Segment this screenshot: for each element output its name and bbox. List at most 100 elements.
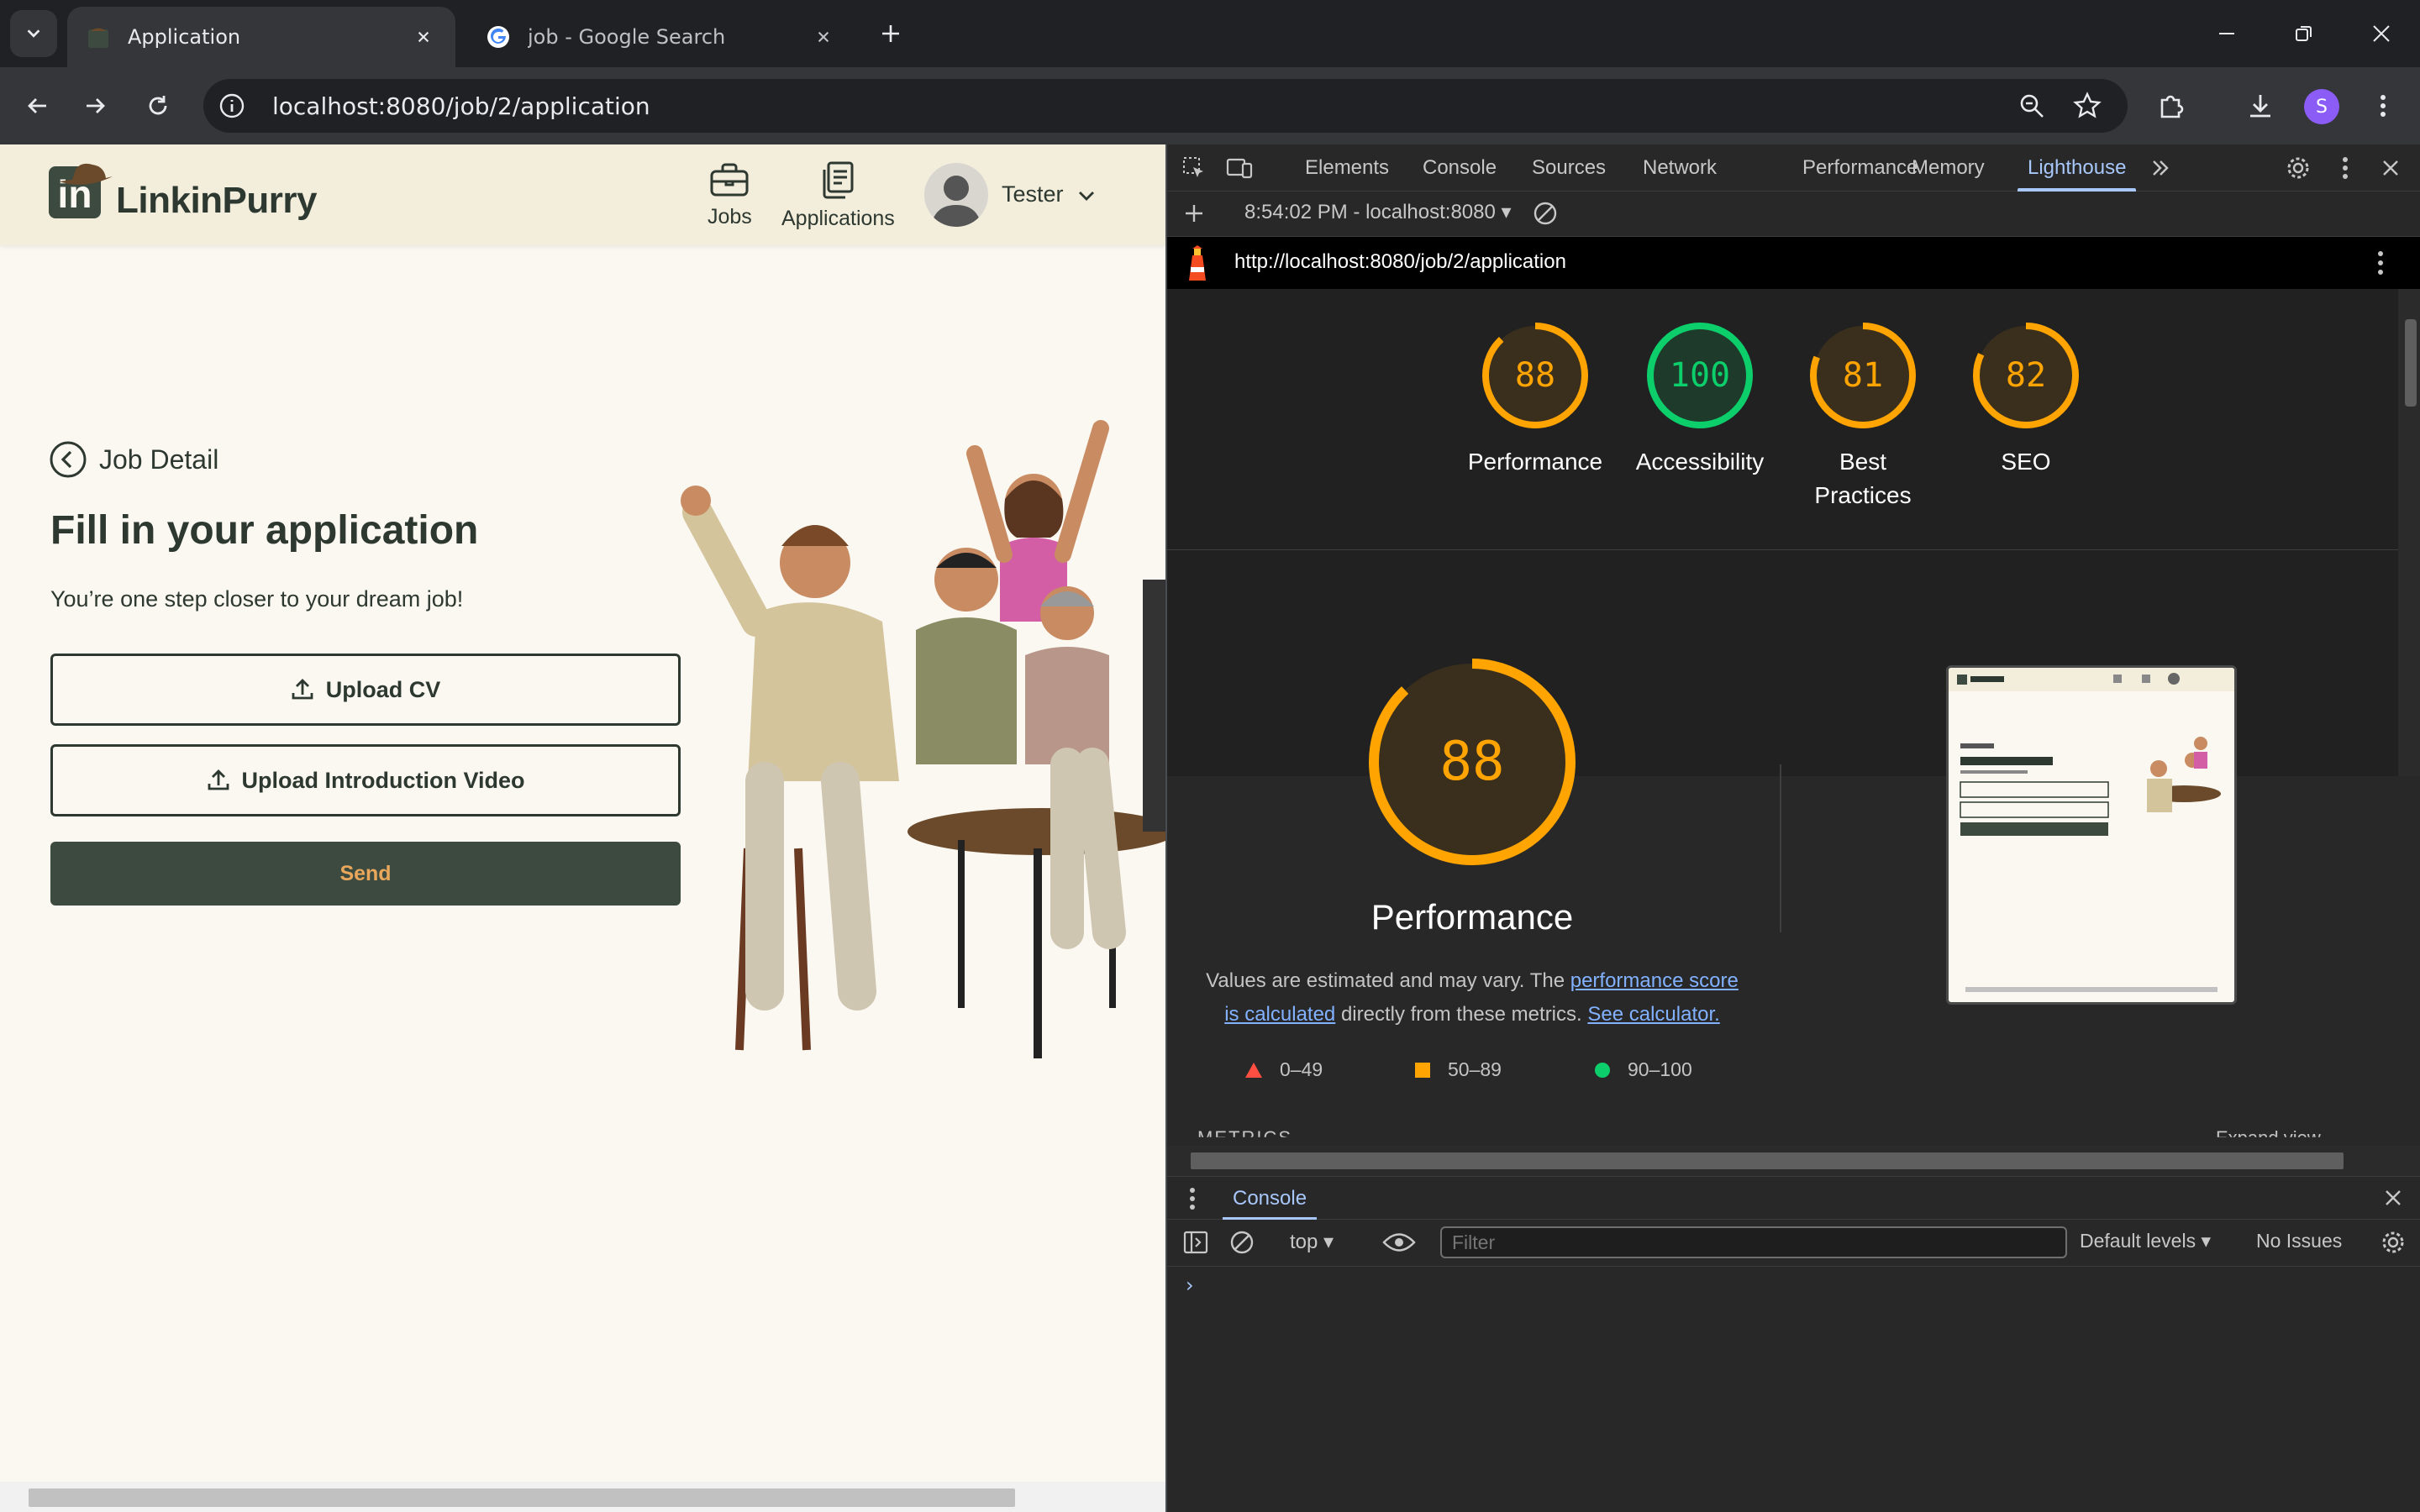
inspect-element-icon[interactable] <box>1179 153 1209 183</box>
issues-counter[interactable]: No Issues <box>2256 1230 2342 1252</box>
address-bar[interactable]: localhost:8080/job/2/application <box>203 79 2128 133</box>
clear-reports-icon[interactable] <box>1530 198 1560 228</box>
back-button[interactable] <box>15 84 59 128</box>
reload-icon <box>149 96 167 115</box>
page-subtitle: You’re one step closer to your dream job… <box>50 586 464 612</box>
tab-search-button[interactable] <box>10 10 57 57</box>
gauge-accessibility[interactable]: 100 Accessibility <box>1616 321 1784 479</box>
close-drawer-icon[interactable] <box>2384 1189 2402 1207</box>
red-triangle-icon <box>1245 1062 1262 1078</box>
upload-video-button[interactable]: Upload Introduction Video <box>50 744 681 816</box>
profile-avatar[interactable]: S <box>2304 89 2339 124</box>
upload-icon <box>208 769 229 790</box>
extensions-icon[interactable] <box>2151 86 2191 126</box>
nav-jobs[interactable]: Jobs <box>708 161 752 229</box>
console-filter-input[interactable] <box>1440 1226 2067 1258</box>
sidebar-toggle-icon[interactable] <box>1182 1230 1209 1255</box>
plus-icon <box>882 25 899 42</box>
scrollbar-thumb[interactable] <box>1191 1152 2344 1169</box>
upload-video-label: Upload Introduction Video <box>241 767 525 793</box>
minimize-icon <box>2219 33 2234 34</box>
scrollbar-thumb[interactable] <box>2405 319 2417 407</box>
nav-applications[interactable]: Applications <box>781 161 895 231</box>
new-report-plus-icon[interactable] <box>1179 198 1209 228</box>
console-prompt-icon[interactable]: › <box>1186 1273 1194 1297</box>
browser-toolbar: localhost:8080/job/2/application <box>0 67 2420 144</box>
devtools-tabbar: Elements Console Sources Network Perform… <box>1167 144 2420 192</box>
orange-square-icon <box>1415 1062 1430 1078</box>
report-url[interactable]: http://localhost:8080/job/2/application <box>1234 250 1566 274</box>
zoom-icon[interactable] <box>2012 86 2052 126</box>
report-selector[interactable]: 8:54:02 PM - localhost:8080 ▾ <box>1244 200 1512 224</box>
devtools-tab-elements[interactable]: Elements <box>1305 144 1389 192</box>
report-selector-value: 8:54:02 PM - localhost:8080 <box>1244 201 1496 223</box>
gauge-performance[interactable]: 88 Performance <box>1451 321 1619 479</box>
gauge-seo[interactable]: 82 SEO <box>1942 321 2110 479</box>
devtools-menu-icon[interactable] <box>2330 153 2360 183</box>
reload-button[interactable] <box>136 84 180 128</box>
upload-cv-label: Upload CV <box>325 676 441 702</box>
drawer-tabbar: Console <box>1167 1176 2420 1221</box>
back-to-job-detail-link[interactable]: Job Detail <box>49 440 218 479</box>
context-selector[interactable]: top ▾ <box>1290 1230 1334 1254</box>
clear-console-icon[interactable] <box>1229 1230 1255 1255</box>
close-devtools-icon[interactable] <box>2375 153 2406 183</box>
final-screenshot-thumbnail[interactable] <box>1946 665 2237 1005</box>
browser-tab-application[interactable]: Application <box>67 7 455 67</box>
brand-name[interactable]: LinkinPurry <box>116 180 318 222</box>
site-info-icon[interactable] <box>215 89 249 123</box>
user-avatar[interactable] <box>924 163 988 227</box>
performance-score: 88 <box>1439 731 1505 793</box>
devtools-tab-lighthouse[interactable]: Lighthouse <box>2017 144 2137 192</box>
devtools-tab-sources[interactable]: Sources <box>1532 144 1606 192</box>
user-name[interactable]: Tester <box>1002 181 1064 207</box>
score-value: 100 <box>1669 356 1731 395</box>
eye-icon[interactable] <box>1382 1231 1416 1253</box>
console-output[interactable]: › <box>1167 1267 2420 1512</box>
legend-pass: 90–100 <box>1594 1058 1692 1081</box>
close-icon <box>2373 25 2390 42</box>
browser-tab-google-search[interactable]: job - Google Search <box>467 7 855 67</box>
drawer-menu-icon[interactable] <box>1189 1187 1196 1210</box>
settings-gear-icon[interactable] <box>2283 153 2313 183</box>
legend-pass-label: 90–100 <box>1628 1058 1692 1080</box>
dropdown-caret-icon: ▾ <box>1501 201 1512 223</box>
performance-detail-gauge: 88 <box>1367 657 1577 867</box>
desc-text: directly from these metrics. <box>1335 1003 1588 1026</box>
drawer-tab-console[interactable]: Console <box>1222 1177 1318 1221</box>
downloads-icon[interactable] <box>2240 86 2281 126</box>
devtools-tab-performance[interactable]: Performance <box>1802 144 1918 192</box>
devtools-tab-console[interactable]: Console <box>1423 144 1497 192</box>
report-horizontal-scrollbar[interactable] <box>1167 1146 2420 1176</box>
minimize-button[interactable] <box>2188 12 2265 55</box>
chrome-menu-icon[interactable] <box>2363 86 2403 126</box>
chevron-down-icon[interactable] <box>1076 185 1097 207</box>
send-button[interactable]: Send <box>50 842 681 906</box>
upload-cv-button[interactable]: Upload CV <box>50 654 681 726</box>
close-window-button[interactable] <box>2343 12 2420 55</box>
console-settings-gear-icon[interactable] <box>2381 1230 2406 1255</box>
see-calculator-link[interactable]: See calculator. <box>1587 1003 1719 1026</box>
report-vertical-scrollbar[interactable] <box>2398 289 2420 776</box>
more-tabs-icon[interactable] <box>2147 155 2174 181</box>
close-tab-icon[interactable] <box>810 24 837 50</box>
scrollbar-thumb[interactable] <box>29 1488 1015 1507</box>
devtools-tab-memory[interactable]: Memory <box>1912 144 1985 192</box>
bookmark-star-icon[interactable] <box>2067 86 2107 126</box>
new-tab-button[interactable] <box>874 17 908 50</box>
device-toolbar-icon[interactable] <box>1224 153 1255 183</box>
report-menu-icon[interactable] <box>2377 250 2384 276</box>
gauge-best-practices[interactable]: 81 Best Practices <box>1779 321 1947 512</box>
page-horizontal-scrollbar[interactable] <box>0 1482 1165 1512</box>
close-tab-icon[interactable] <box>410 24 437 50</box>
restore-button[interactable] <box>2265 12 2343 55</box>
vertical-divider <box>1780 764 1781 932</box>
dropdown-caret-icon: ▾ <box>1323 1231 1334 1253</box>
page-title: Fill in your application <box>50 508 479 553</box>
log-levels-dropdown[interactable]: Default levels ▾ <box>2080 1230 2211 1252</box>
log-levels-value: Default levels <box>2080 1230 2196 1252</box>
devtools-tab-network[interactable]: Network <box>1643 144 1717 192</box>
web-page: in LinkinPurry Jobs Applications Tester … <box>0 144 1165 1512</box>
forward-button[interactable] <box>74 84 118 128</box>
google-favicon-icon <box>486 24 511 50</box>
